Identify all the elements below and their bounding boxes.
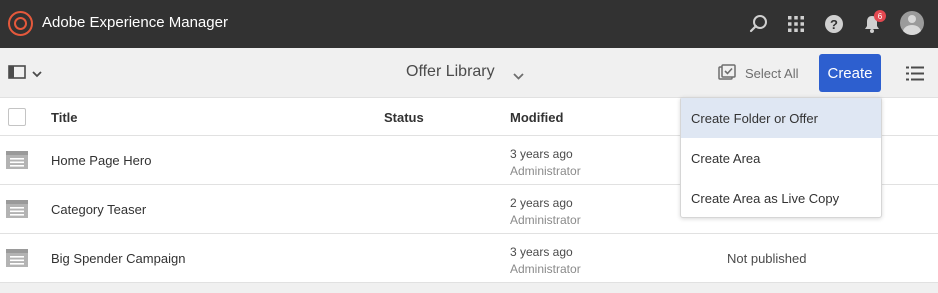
row-modified-by: Administrator bbox=[510, 164, 581, 178]
row-modified: 2 years ago Administrator bbox=[510, 195, 581, 229]
row-modified-by: Administrator bbox=[510, 213, 581, 227]
table-row[interactable]: Big Spender Campaign 3 years ago Adminis… bbox=[0, 234, 938, 283]
notification-count-badge: 6 bbox=[874, 10, 886, 22]
offer-card-icon bbox=[6, 151, 28, 174]
row-modified-by: Administrator bbox=[510, 262, 581, 276]
row-published-status: Not published bbox=[727, 251, 807, 266]
row-title[interactable]: Home Page Hero bbox=[51, 153, 151, 168]
page-title[interactable]: Offer Library bbox=[406, 63, 495, 81]
select-all-checkbox[interactable] bbox=[8, 108, 26, 126]
svg-text:?: ? bbox=[830, 17, 838, 32]
shell-header: Adobe Experience Manager ? 6 bbox=[0, 0, 938, 48]
action-bar: Offer Library Select All Create bbox=[0, 48, 938, 98]
create-dropdown-menu: Create Folder or Offer Create Area Creat… bbox=[680, 97, 882, 218]
menu-item-create-folder-or-offer[interactable]: Create Folder or Offer bbox=[681, 98, 881, 138]
menu-item-create-area[interactable]: Create Area bbox=[681, 138, 881, 178]
list-view-icon[interactable] bbox=[906, 66, 924, 86]
column-header-status[interactable]: Status bbox=[384, 110, 424, 125]
row-modified: 3 years ago Administrator bbox=[510, 146, 581, 180]
aem-logo-icon[interactable] bbox=[8, 11, 33, 36]
table-footer bbox=[0, 283, 938, 293]
row-modified-date: 3 years ago bbox=[510, 147, 573, 161]
select-all-button[interactable]: Select All bbox=[718, 64, 798, 83]
search-icon[interactable] bbox=[747, 12, 771, 36]
offer-card-icon bbox=[6, 200, 28, 223]
row-modified-date: 3 years ago bbox=[510, 245, 573, 259]
column-header-modified[interactable]: Modified bbox=[510, 110, 563, 125]
help-icon[interactable]: ? bbox=[822, 12, 846, 36]
column-header-title[interactable]: Title bbox=[51, 110, 78, 125]
create-button[interactable]: Create bbox=[819, 54, 881, 92]
side-panel-icon bbox=[8, 64, 26, 84]
app-title[interactable]: Adobe Experience Manager bbox=[42, 14, 228, 31]
chevron-down-icon[interactable] bbox=[513, 67, 524, 85]
row-modified: 3 years ago Administrator bbox=[510, 244, 581, 278]
apps-grid-icon[interactable] bbox=[784, 12, 808, 36]
user-avatar[interactable] bbox=[900, 11, 924, 35]
offer-card-icon bbox=[6, 249, 28, 272]
select-all-icon bbox=[718, 64, 736, 83]
rail-toggle-button[interactable] bbox=[8, 64, 48, 84]
chevron-down-icon bbox=[32, 65, 42, 83]
row-title[interactable]: Category Teaser bbox=[51, 202, 146, 217]
row-title[interactable]: Big Spender Campaign bbox=[51, 251, 185, 266]
row-modified-date: 2 years ago bbox=[510, 196, 573, 210]
select-all-label: Select All bbox=[745, 66, 799, 81]
menu-item-create-area-live-copy[interactable]: Create Area as Live Copy bbox=[681, 178, 881, 218]
